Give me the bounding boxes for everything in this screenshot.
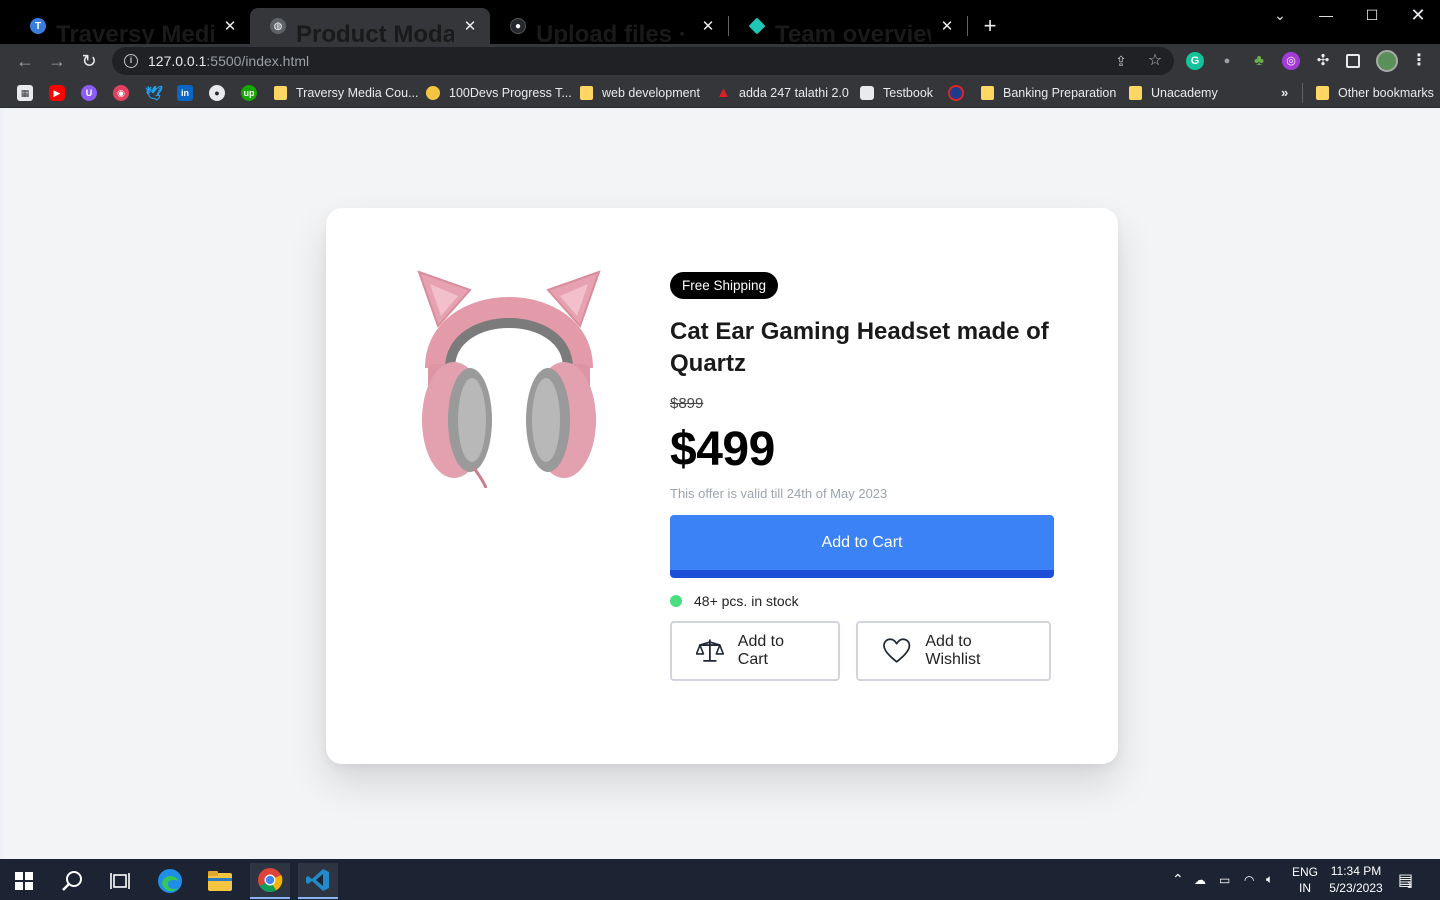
- close-icon[interactable]: ✕: [937, 17, 957, 35]
- add-to-cart-button[interactable]: Add to Cart: [670, 515, 1054, 578]
- add-to-wishlist-button[interactable]: Add to Wishlist: [856, 621, 1051, 681]
- close-window-button[interactable]: ✕: [1395, 0, 1440, 32]
- tab-search-chevron-icon[interactable]: ⌄: [1257, 0, 1303, 32]
- secondary-actions: Add to Cart Add to Wishlist: [670, 621, 1056, 681]
- more-bookmarks-chevron-icon[interactable]: »: [1281, 85, 1288, 100]
- traversy-icon: T: [30, 18, 46, 34]
- tab-product-modal[interactable]: ◍ Product Modal using Tailwind ✕: [250, 8, 490, 48]
- bookmark-adda247[interactable]: ▲ adda 247 talathi 2.0: [716, 78, 849, 108]
- netlify-icon: [748, 17, 766, 35]
- stock-indicator-dot: [670, 595, 682, 607]
- extension-icon[interactable]: ●: [1218, 52, 1236, 70]
- file-explorer-icon[interactable]: [200, 863, 240, 899]
- wifi-icon[interactable]: ◠: [1244, 859, 1254, 900]
- product-info: Free Shipping Cat Ear Gaming Headset mad…: [670, 272, 1056, 681]
- battery-icon[interactable]: ▭: [1219, 859, 1230, 900]
- tree-extension-icon[interactable]: ♣: [1250, 52, 1268, 70]
- tab-separator: [967, 16, 968, 36]
- edge-icon[interactable]: [150, 863, 190, 899]
- browser-tab-strip: T Traversy Media | Learn Web Deve ✕ ◍ Pr…: [0, 0, 1440, 48]
- heart-icon: [883, 638, 911, 663]
- adda-icon: ▲: [716, 84, 731, 101]
- folder-icon: [1129, 86, 1142, 100]
- bookmark-100devs[interactable]: 100Devs Progress T...: [426, 78, 572, 108]
- avatar[interactable]: [1376, 50, 1398, 72]
- folder-icon: [1316, 86, 1329, 100]
- original-price: $899: [670, 395, 704, 412]
- search-icon[interactable]: [52, 863, 92, 899]
- emoji-icon: [426, 86, 440, 100]
- site-info-icon[interactable]: i: [124, 54, 138, 68]
- volume-icon[interactable]: 🔈︎: [1266, 859, 1273, 900]
- product-modal: Free Shipping Cat Ear Gaming Headset mad…: [326, 208, 1118, 764]
- github-icon[interactable]: ●: [209, 85, 225, 101]
- share-icon[interactable]: ⇪: [1112, 52, 1130, 70]
- bookmark-unacademy[interactable]: Unacademy: [1129, 78, 1218, 108]
- folder-icon: [981, 86, 994, 100]
- bookmark-u-icon[interactable]: U: [81, 85, 97, 101]
- reload-button[interactable]: ↻: [77, 49, 101, 73]
- bookmark-star-icon[interactable]: ☆: [1146, 52, 1164, 70]
- shipping-badge: Free Shipping: [670, 272, 779, 299]
- maximize-button[interactable]: ☐: [1349, 0, 1395, 32]
- clock[interactable]: 11:34 PM 5/23/2023: [1328, 859, 1384, 900]
- product-title: Cat Ear Gaming Headset made of Quartz: [670, 318, 1049, 377]
- close-icon[interactable]: ✕: [220, 17, 240, 35]
- chrome-icon[interactable]: [250, 863, 290, 899]
- twitter-icon[interactable]: 🕊: [145, 85, 163, 101]
- task-view-icon[interactable]: [100, 863, 140, 899]
- side-panel-icon[interactable]: [1346, 54, 1360, 68]
- scale-icon: [696, 639, 724, 662]
- minimize-button[interactable]: —: [1303, 0, 1349, 32]
- bookmark-app-icon[interactable]: ◉: [113, 85, 129, 101]
- folder-icon: [580, 86, 593, 100]
- other-bookmarks[interactable]: Other bookmarks: [1302, 83, 1434, 103]
- bookmarks-bar: ▦ ▶ U ◉ 🕊 in ● up Traversy Media Cou... …: [0, 78, 1440, 108]
- vscode-icon[interactable]: [298, 863, 338, 899]
- bookmark-traversy[interactable]: Traversy Media Cou...: [274, 78, 419, 108]
- close-icon[interactable]: ✕: [460, 17, 480, 35]
- sale-price: $499: [670, 423, 775, 476]
- address-bar[interactable]: i 127.0.0.1:5500/index.html ⇪ ☆: [112, 47, 1174, 75]
- back-button[interactable]: ←: [13, 49, 37, 73]
- windows-taskbar: ⌃ ☁ ▭ ◠ 🔈︎ ENG IN 11:34 PM 5/23/2023 ▤ 1: [0, 859, 1440, 900]
- forward-button[interactable]: →: [45, 49, 69, 73]
- compare-add-to-cart-button[interactable]: Add to Cart: [670, 621, 840, 681]
- tab-netlify[interactable]: Team overview | amar215 | Netlify ✕: [729, 8, 967, 48]
- youtube-icon[interactable]: ▶: [49, 85, 65, 101]
- folder-icon: [274, 86, 287, 100]
- close-icon[interactable]: ✕: [698, 17, 718, 35]
- testbook-icon: [860, 86, 874, 100]
- bookmark-testbook[interactable]: Testbook: [860, 78, 933, 108]
- purple-extension-icon[interactable]: ◎: [1282, 52, 1300, 70]
- bookmark-globe-icon[interactable]: [948, 85, 964, 101]
- onedrive-icon[interactable]: ☁: [1194, 859, 1206, 900]
- browser-toolbar: ← → ↻ i 127.0.0.1:5500/index.html ⇪ ☆ G …: [0, 44, 1440, 78]
- stock-status: 48+ pcs. in stock: [670, 593, 1056, 609]
- menu-icon[interactable]: ⋮: [1410, 52, 1428, 70]
- page-viewport: Free Shipping Cat Ear Gaming Headset mad…: [3, 110, 1440, 859]
- notification-center-icon[interactable]: ▤ 1: [1398, 859, 1413, 900]
- github-icon: ●: [510, 18, 526, 34]
- offer-text: This offer is valid till 24th of May 202…: [670, 486, 888, 501]
- bookmark-banking[interactable]: Banking Preparation: [981, 78, 1116, 108]
- new-tab-button[interactable]: +: [978, 12, 1002, 40]
- windows-start-icon[interactable]: [4, 863, 44, 899]
- bookmark-web-development[interactable]: web development: [580, 78, 700, 108]
- puzzle-icon[interactable]: ✣: [1314, 52, 1332, 70]
- tab-traversy[interactable]: T Traversy Media | Learn Web Deve ✕: [10, 8, 250, 48]
- tray-chevron-up-icon[interactable]: ⌃: [1172, 859, 1184, 900]
- headset-image: [417, 270, 601, 488]
- tab-github[interactable]: ● Upload files · amar215/Product-M ✕: [490, 8, 728, 48]
- upwork-icon[interactable]: up: [241, 85, 257, 101]
- grammarly-icon[interactable]: G: [1186, 52, 1204, 70]
- apps-icon[interactable]: ▦: [17, 85, 33, 101]
- linkedin-icon[interactable]: in: [177, 85, 193, 101]
- globe-icon: ◍: [270, 18, 286, 34]
- language-indicator[interactable]: ENG IN: [1292, 859, 1318, 900]
